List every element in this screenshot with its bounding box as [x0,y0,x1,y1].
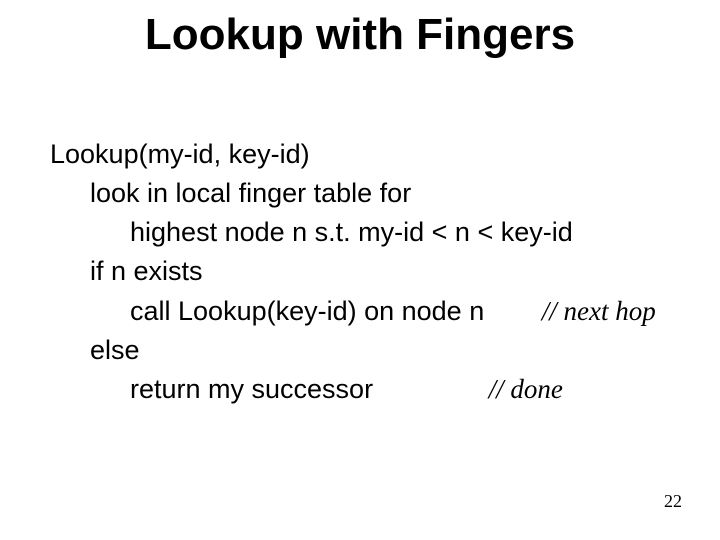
code-line: else [90,331,690,370]
code-line: Lookup(my-id, key-id) [50,135,690,174]
code-line: call Lookup(key-id) on node n // next ho… [130,292,690,331]
pseudocode-block: Lookup(my-id, key-id) look in local fing… [50,135,690,409]
code-line: look in local finger table for [90,174,690,213]
slide: Lookup with Fingers Lookup(my-id, key-id… [0,0,720,540]
code-line: highest node n s.t. my-id < n < key-id [130,213,690,252]
code-line: if n exists [90,252,690,291]
slide-title: Lookup with Fingers [0,10,720,60]
code-text: call Lookup(key-id) on node n [130,296,484,326]
code-line: return my successor // done [130,370,690,409]
code-comment: // next hop [542,292,656,331]
code-text: return my successor [130,374,373,404]
page-number: 22 [664,491,682,512]
code-comment: // done [489,370,563,409]
